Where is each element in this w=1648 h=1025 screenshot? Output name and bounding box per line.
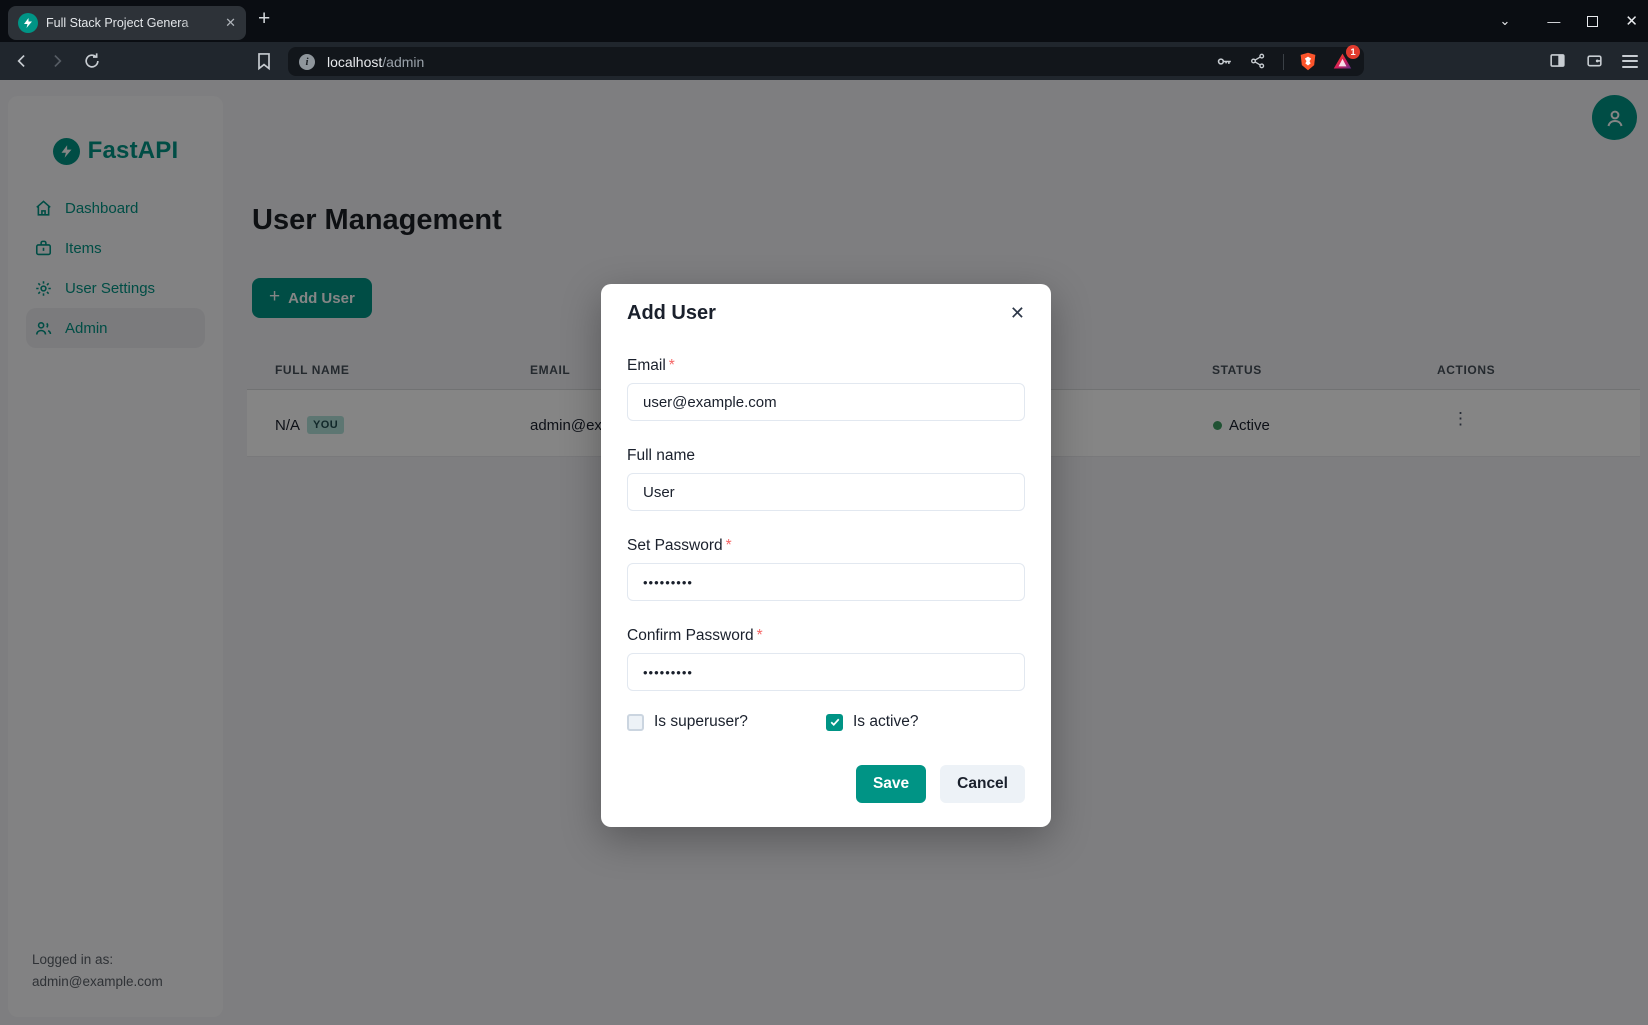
brave-rewards-icon[interactable]: 1 xyxy=(1332,51,1353,72)
confirm-password-field[interactable] xyxy=(627,653,1025,691)
back-button[interactable] xyxy=(12,51,32,71)
password-key-icon[interactable] xyxy=(1215,52,1235,72)
is-superuser-checkbox[interactable]: Is superuser? xyxy=(627,713,826,731)
full-name-field-group: Full name xyxy=(627,447,1025,511)
window-close-button[interactable]: ✕ xyxy=(1625,12,1638,30)
required-asterisk: * xyxy=(726,537,732,554)
forward-button[interactable] xyxy=(47,51,67,71)
browser-tab-bar: Full Stack Project Genera ✕ + ⌄ — ✕ xyxy=(0,0,1648,42)
tab-title: Full Stack Project Genera xyxy=(46,16,217,30)
screen: Full Stack Project Genera ✕ + ⌄ — ✕ xyxy=(0,0,1648,1025)
required-asterisk: * xyxy=(669,357,675,374)
tab-search-chevron-icon[interactable]: ⌄ xyxy=(1500,13,1511,29)
sidebar-panel-icon[interactable] xyxy=(1548,51,1568,71)
set-password-label: Set Password* xyxy=(627,537,1025,555)
brave-shield-icon[interactable] xyxy=(1298,51,1318,72)
url-bar[interactable]: i localhost/admin xyxy=(288,47,1364,76)
rewards-badge: 1 xyxy=(1346,45,1360,59)
required-asterisk: * xyxy=(757,627,763,644)
add-user-modal: Add User ✕ Email* Full name Set Password… xyxy=(601,284,1051,827)
toolbar-divider xyxy=(1283,54,1284,70)
window-maximize-button[interactable] xyxy=(1587,16,1598,27)
full-name-label: Full name xyxy=(627,447,1025,465)
tab-close-icon[interactable]: ✕ xyxy=(225,15,236,31)
modal-footer: Save Cancel xyxy=(627,765,1025,803)
email-field[interactable] xyxy=(627,383,1025,421)
checkbox-row: Is superuser? Is active? xyxy=(627,713,1025,731)
confirm-password-field-group: Confirm Password* xyxy=(627,627,1025,691)
bookmarks-icon[interactable] xyxy=(254,51,274,71)
menu-icon[interactable] xyxy=(1622,55,1638,68)
share-icon[interactable] xyxy=(1249,52,1269,72)
full-name-field[interactable] xyxy=(627,473,1025,511)
save-button[interactable]: Save xyxy=(856,765,926,803)
modal-close-icon[interactable]: ✕ xyxy=(1006,299,1029,328)
new-tab-button[interactable]: + xyxy=(258,7,270,31)
modal-title: Add User xyxy=(627,302,1025,325)
email-field-group: Email* xyxy=(627,357,1025,421)
wallet-icon[interactable] xyxy=(1585,51,1605,71)
set-password-field-group: Set Password* xyxy=(627,537,1025,601)
checkbox-checked-icon xyxy=(826,714,843,731)
is-active-checkbox[interactable]: Is active? xyxy=(826,713,1025,731)
window-minimize-button[interactable]: — xyxy=(1547,14,1560,29)
browser-toolbar: i localhost/admin xyxy=(0,42,1648,80)
cancel-button[interactable]: Cancel xyxy=(940,765,1025,803)
confirm-password-label: Confirm Password* xyxy=(627,627,1025,645)
browser-tab[interactable]: Full Stack Project Genera ✕ xyxy=(8,6,246,40)
refresh-button[interactable] xyxy=(82,51,102,71)
fastapi-favicon-icon xyxy=(18,13,38,33)
url-text[interactable]: localhost/admin xyxy=(327,54,424,70)
email-label: Email* xyxy=(627,357,1025,375)
set-password-field[interactable] xyxy=(627,563,1025,601)
checkbox-unchecked-icon xyxy=(627,714,644,731)
site-info-icon[interactable]: i xyxy=(299,54,315,70)
